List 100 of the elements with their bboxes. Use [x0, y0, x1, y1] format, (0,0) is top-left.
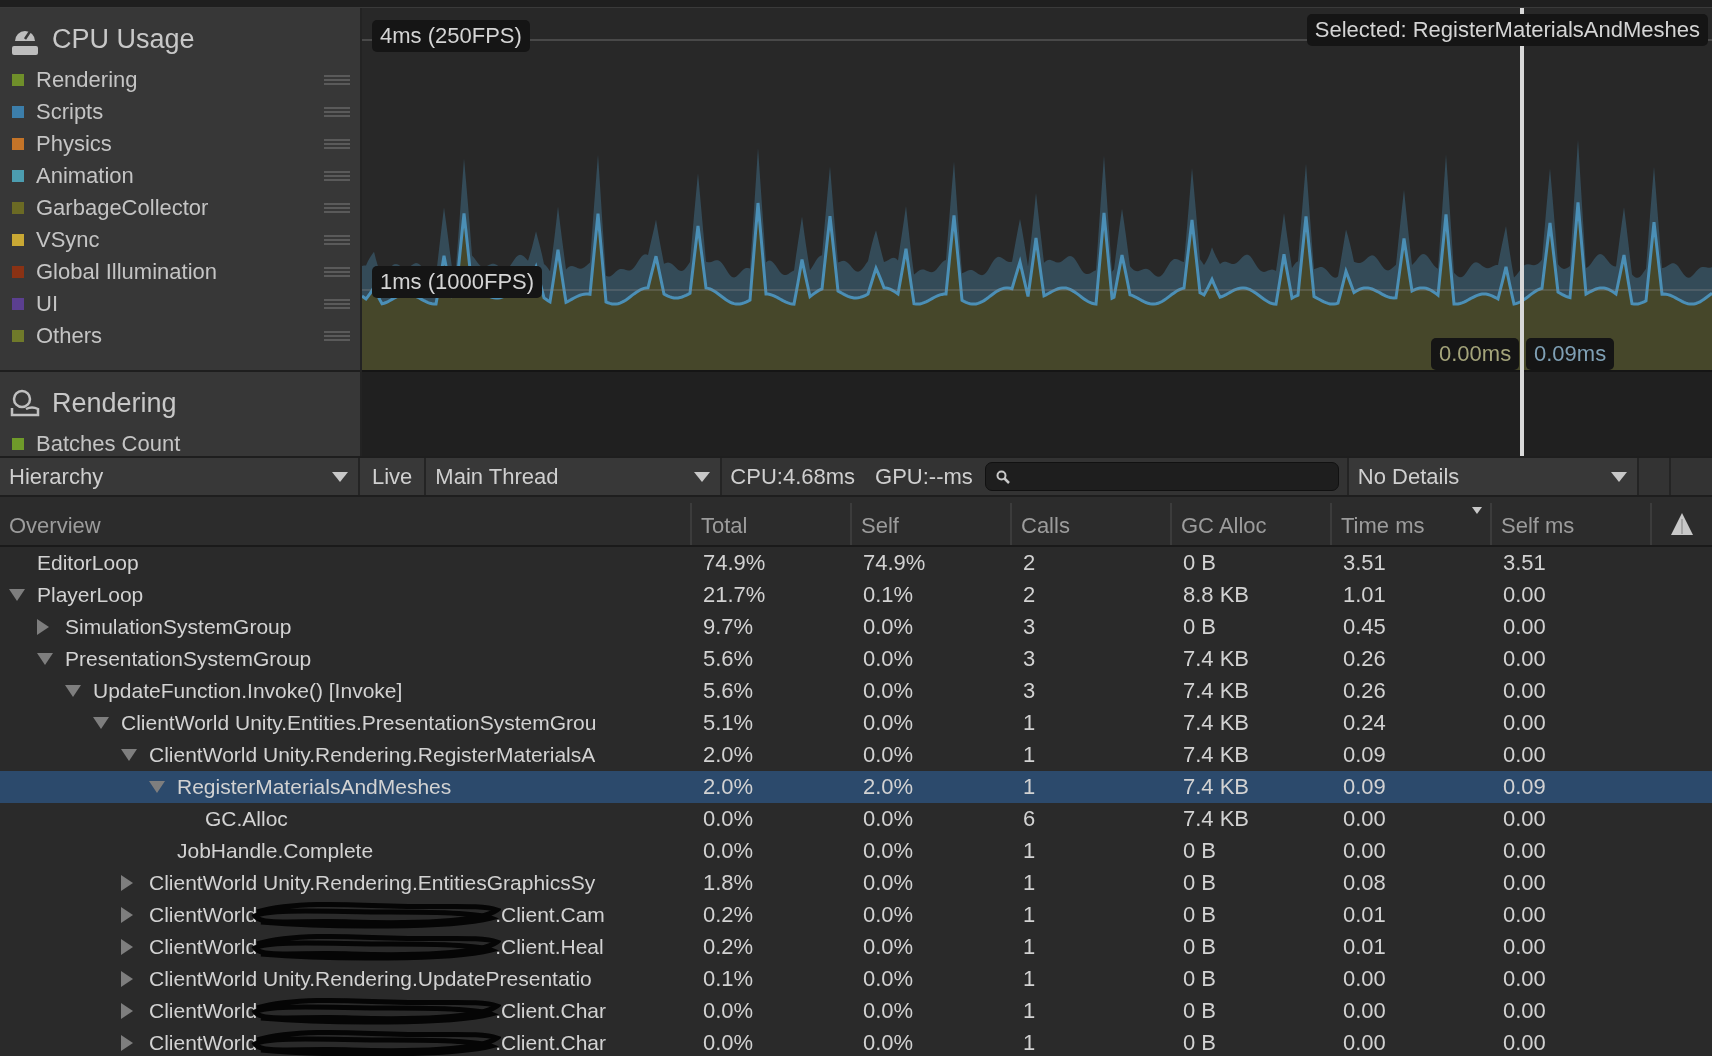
tree-row[interactable]: SimulationSystemGroup 9.7% 0.0% 3 0 B 0.45 0.00	[0, 611, 1712, 643]
legend-label[interactable]: Scripts	[36, 99, 324, 125]
table-cell-text: 0 B	[1182, 934, 1218, 960]
table-cell-text: 0.00	[1502, 902, 1547, 928]
search-icon	[995, 469, 1010, 484]
row-name: ClientWorld Unity.Rendering.RegisterMaterialsA	[149, 743, 596, 767]
table-cell-text: 0 B	[1182, 902, 1218, 928]
table-cell-text: 0.0%	[862, 614, 915, 640]
tree-row[interactable]: ClientWorld Unity.Rendering.RegisterMaterialsA 2.0% 0.0% 1 7.4 KB 0.09 0.00	[0, 739, 1712, 771]
dropdown-caret-icon	[694, 471, 711, 482]
expanded-arrow-icon[interactable]	[9, 589, 25, 601]
column-header[interactable]: GC Alloc	[1172, 503, 1332, 545]
drag-handle-icon	[324, 138, 350, 150]
table-cell-text: 0.00	[1502, 966, 1547, 992]
column-header[interactable]: Calls	[1012, 503, 1172, 545]
column-header[interactable]: Time ms	[1332, 503, 1492, 545]
column-header[interactable]: Self	[852, 503, 1012, 545]
legend-label[interactable]: VSync	[36, 227, 324, 253]
table-cell-text: 0.26	[1342, 646, 1387, 672]
table-cell-text: 1	[1022, 870, 1037, 896]
tree-row[interactable]: ClientWorld .Client.Char 0.0% 0.0% 1 0 B 0.00 0.00	[0, 995, 1712, 1027]
warning-icon	[1670, 512, 1694, 536]
tree-row[interactable]: UpdateFunction.Invoke() [Invoke] 5.6% 0.0% 3 7.4 KB 0.26 0.00	[0, 675, 1712, 707]
collapsed-arrow-icon[interactable]	[121, 1003, 133, 1019]
table-cell-text: 2	[1022, 550, 1037, 576]
table-cell-text: 7.4 KB	[1182, 806, 1251, 832]
tree-row[interactable]: JobHandle.Complete 0.0% 0.0% 1 0 B 0.00 0.00	[0, 835, 1712, 867]
legend-label[interactable]: Rendering	[36, 67, 324, 93]
tree-row[interactable]: ClientWorld .Client.Cam 0.2% 0.0% 1 0 B 0.01 0.00	[0, 899, 1712, 931]
table-cell-text: 0.0%	[702, 838, 755, 864]
cpu-time: CPU:4.68ms	[729, 462, 856, 491]
column-header[interactable]: Overview	[0, 503, 692, 545]
row-name: UpdateFunction.Invoke() [Invoke]	[93, 679, 403, 703]
legend-label[interactable]: Others	[36, 323, 324, 349]
tree-row[interactable]: ClientWorld Unity.Entities.PresentationSystemGrou 5.1% 0.0% 1 7.4 KB 0.24 0.00	[0, 707, 1712, 739]
table-cell-text: 5.6%	[702, 646, 755, 672]
dropdown[interactable]: No Details	[1346, 458, 1639, 495]
table-cell-text: 3	[1022, 678, 1037, 704]
collapsed-arrow-icon[interactable]	[121, 939, 133, 955]
drag-handle-icon	[324, 234, 350, 246]
table-cell-text: 0.00	[1502, 1030, 1547, 1056]
column-header[interactable]: Self ms	[1492, 503, 1652, 545]
search-field[interactable]	[984, 462, 1339, 491]
collapsed-arrow-icon[interactable]	[121, 875, 133, 891]
tree-row[interactable]: ClientWorld Unity.Rendering.EntitiesGraphicsSy 1.8% 0.0% 1 0 B 0.08 0.00	[0, 867, 1712, 899]
table-cell-text: 0.00	[1342, 838, 1387, 864]
tree-row[interactable]: ClientWorld .Client.Char 0.0% 0.0% 1 0 B 0.00 0.00	[0, 1027, 1712, 1056]
column-header[interactable]: Total	[692, 503, 852, 545]
legend-label[interactable]: UI	[36, 291, 324, 317]
table-cell-text: 1	[1022, 742, 1037, 768]
table-cell-text: 7.4 KB	[1182, 646, 1251, 672]
tree-row[interactable]: PresentationSystemGroup 5.6% 0.0% 3 7.4 KB 0.26 0.00	[0, 643, 1712, 675]
table-cell-text: 0.0%	[862, 646, 915, 672]
tree-row[interactable]: ClientWorld .Client.Heal 0.2% 0.0% 1 0 B 0.01 0.00	[0, 931, 1712, 963]
legend-label[interactable]: Batches Count	[36, 431, 350, 457]
table-cell-text: 0.00	[1502, 582, 1547, 608]
legend-label[interactable]: Global Illumination	[36, 259, 324, 285]
expanded-arrow-icon[interactable]	[37, 653, 53, 665]
table-cell-text: 0.0%	[862, 998, 915, 1024]
collapsed-arrow-icon[interactable]	[37, 619, 49, 635]
tree-row[interactable]: RegisterMaterialsAndMeshes 2.0% 2.0% 1 7.4 KB 0.09 0.09	[0, 771, 1712, 803]
table-cell-text: 0.0%	[702, 806, 755, 832]
tree-row[interactable]: EditorLoop 74.9% 74.9% 2 0 B 3.51 3.51	[0, 547, 1712, 579]
table-cell-text: 2	[1022, 582, 1037, 608]
selection-label: Selected: RegisterMaterialsAndMeshes	[1306, 14, 1708, 46]
tree-row[interactable]: GC.Alloc 0.0% 0.0% 6 7.4 KB 0.00 0.00	[0, 803, 1712, 835]
table-cell-text: 1	[1022, 934, 1037, 960]
legend-label[interactable]: Physics	[36, 131, 324, 157]
expanded-arrow-icon[interactable]	[65, 685, 81, 697]
row-name: ClientWorld Unity.Rendering.EntitiesGraphicsSy	[149, 871, 596, 895]
table-cell-text: 1	[1022, 838, 1037, 864]
tree-row[interactable]: ClientWorld Unity.Rendering.UpdatePresentatio 0.1% 0.0% 1 0 B 0.00 0.00	[0, 963, 1712, 995]
row-name: PlayerLoop	[37, 583, 144, 607]
row-name: ClientWorld	[149, 999, 258, 1023]
table-cell-text: 1	[1022, 710, 1037, 736]
table-cell-text: 0 B	[1182, 1030, 1218, 1056]
legend-label[interactable]: GarbageCollector	[36, 195, 324, 221]
row-name: ClientWorld Unity.Entities.PresentationSystemGrou	[121, 711, 597, 735]
table-cell-text: 0.09	[1342, 774, 1387, 800]
dropdown[interactable]: Main Thread	[426, 458, 723, 495]
table-cell-text: 21.7%	[702, 582, 767, 608]
collapsed-arrow-icon[interactable]	[121, 971, 133, 987]
expanded-arrow-icon[interactable]	[149, 781, 165, 793]
table-cell-text: 0.0%	[862, 710, 915, 736]
gpu-time: GPU:--ms	[874, 462, 973, 491]
dropdown[interactable]: Hierarchy	[0, 458, 360, 495]
table-cell-text: 0.0%	[702, 998, 755, 1024]
table-cell-text: 0.00	[1502, 614, 1547, 640]
table-cell-text: 0.0%	[862, 1030, 915, 1056]
legend-label[interactable]: Animation	[36, 163, 324, 189]
row-name: JobHandle.Complete	[177, 839, 374, 863]
table-cell-text: 3	[1022, 646, 1037, 672]
tree-row[interactable]: PlayerLoop 21.7% 0.1% 2 8.8 KB 1.01 0.00	[0, 579, 1712, 611]
collapsed-arrow-icon[interactable]	[121, 907, 133, 923]
live-button[interactable]: Live	[360, 458, 427, 495]
table-cell-text: 0.0%	[862, 870, 915, 896]
expanded-arrow-icon[interactable]	[121, 749, 137, 761]
row-name: RegisterMaterialsAndMeshes	[177, 775, 452, 799]
collapsed-arrow-icon[interactable]	[121, 1035, 133, 1051]
expanded-arrow-icon[interactable]	[93, 717, 109, 729]
